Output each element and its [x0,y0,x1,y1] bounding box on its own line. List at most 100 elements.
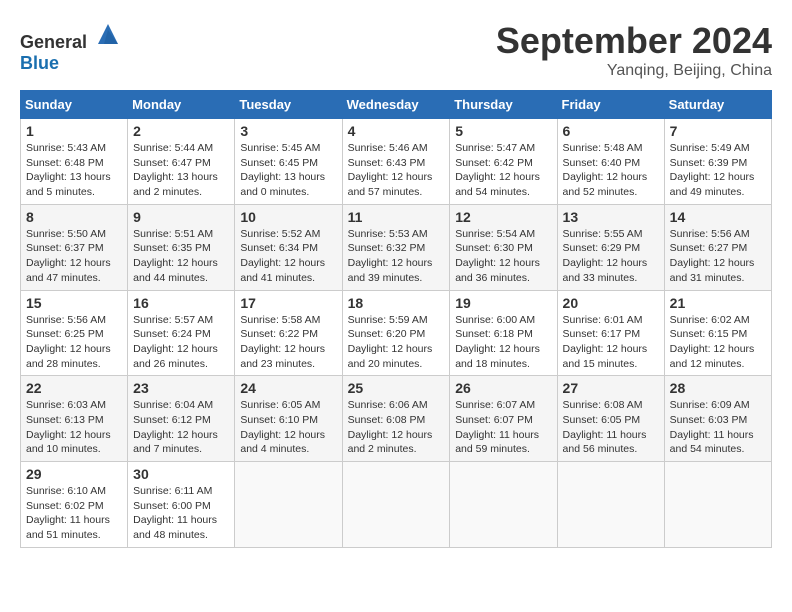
day-number: 24 [240,380,336,396]
day-number: 26 [455,380,551,396]
day-detail: Sunrise: 5:46 AM Sunset: 6:43 PM Dayligh… [348,141,445,200]
day-detail: Sunrise: 5:57 AM Sunset: 6:24 PM Dayligh… [133,313,229,372]
day-detail: Sunrise: 6:01 AM Sunset: 6:17 PM Dayligh… [563,313,659,372]
col-friday: Friday [557,91,664,119]
day-number: 4 [348,123,445,139]
day-detail: Sunrise: 5:43 AM Sunset: 6:48 PM Dayligh… [26,141,122,200]
day-detail: Sunrise: 6:02 AM Sunset: 6:15 PM Dayligh… [670,313,766,372]
day-number: 23 [133,380,229,396]
calendar-week-1: 1 Sunrise: 5:43 AM Sunset: 6:48 PM Dayli… [21,119,772,205]
day-detail: Sunrise: 6:10 AM Sunset: 6:02 PM Dayligh… [26,484,122,543]
day-number: 7 [670,123,766,139]
logo: General Blue [20,20,122,74]
day-number: 22 [26,380,122,396]
day-number: 6 [563,123,659,139]
calendar-cell: 2 Sunrise: 5:44 AM Sunset: 6:47 PM Dayli… [128,119,235,205]
col-tuesday: Tuesday [235,91,342,119]
calendar-week-4: 22 Sunrise: 6:03 AM Sunset: 6:13 PM Dayl… [21,376,772,462]
calendar-cell: 16 Sunrise: 5:57 AM Sunset: 6:24 PM Dayl… [128,290,235,376]
day-detail: Sunrise: 6:09 AM Sunset: 6:03 PM Dayligh… [670,398,766,457]
day-detail: Sunrise: 5:44 AM Sunset: 6:47 PM Dayligh… [133,141,229,200]
calendar-cell: 12 Sunrise: 5:54 AM Sunset: 6:30 PM Dayl… [450,204,557,290]
day-detail: Sunrise: 5:54 AM Sunset: 6:30 PM Dayligh… [455,227,551,286]
calendar-cell: 4 Sunrise: 5:46 AM Sunset: 6:43 PM Dayli… [342,119,450,205]
logo-general: General [20,32,87,52]
calendar-cell: 18 Sunrise: 5:59 AM Sunset: 6:20 PM Dayl… [342,290,450,376]
calendar-cell: 28 Sunrise: 6:09 AM Sunset: 6:03 PM Dayl… [664,376,771,462]
calendar-cell: 6 Sunrise: 5:48 AM Sunset: 6:40 PM Dayli… [557,119,664,205]
day-number: 9 [133,209,229,225]
calendar-cell [235,462,342,548]
day-number: 10 [240,209,336,225]
calendar-cell: 5 Sunrise: 5:47 AM Sunset: 6:42 PM Dayli… [450,119,557,205]
calendar-cell: 22 Sunrise: 6:03 AM Sunset: 6:13 PM Dayl… [21,376,128,462]
day-number: 19 [455,295,551,311]
month-title: September 2024 [496,20,772,62]
calendar-cell: 19 Sunrise: 6:00 AM Sunset: 6:18 PM Dayl… [450,290,557,376]
day-detail: Sunrise: 5:50 AM Sunset: 6:37 PM Dayligh… [26,227,122,286]
day-detail: Sunrise: 5:45 AM Sunset: 6:45 PM Dayligh… [240,141,336,200]
day-number: 29 [26,466,122,482]
day-number: 11 [348,209,445,225]
calendar-cell: 8 Sunrise: 5:50 AM Sunset: 6:37 PM Dayli… [21,204,128,290]
calendar-cell: 14 Sunrise: 5:56 AM Sunset: 6:27 PM Dayl… [664,204,771,290]
title-area: September 2024 Yanqing, Beijing, China [496,20,772,80]
day-number: 1 [26,123,122,139]
calendar-cell: 11 Sunrise: 5:53 AM Sunset: 6:32 PM Dayl… [342,204,450,290]
day-number: 17 [240,295,336,311]
calendar-table: Sunday Monday Tuesday Wednesday Thursday… [20,90,772,548]
calendar-cell: 3 Sunrise: 5:45 AM Sunset: 6:45 PM Dayli… [235,119,342,205]
calendar-cell: 30 Sunrise: 6:11 AM Sunset: 6:00 PM Dayl… [128,462,235,548]
day-detail: Sunrise: 5:52 AM Sunset: 6:34 PM Dayligh… [240,227,336,286]
day-number: 20 [563,295,659,311]
day-detail: Sunrise: 5:55 AM Sunset: 6:29 PM Dayligh… [563,227,659,286]
calendar-cell: 24 Sunrise: 6:05 AM Sunset: 6:10 PM Dayl… [235,376,342,462]
logo-icon [94,20,122,48]
calendar-cell: 29 Sunrise: 6:10 AM Sunset: 6:02 PM Dayl… [21,462,128,548]
calendar-cell: 23 Sunrise: 6:04 AM Sunset: 6:12 PM Dayl… [128,376,235,462]
day-number: 12 [455,209,551,225]
day-number: 21 [670,295,766,311]
day-number: 15 [26,295,122,311]
page-header: General Blue September 2024 Yanqing, Bei… [20,20,772,80]
calendar-cell: 7 Sunrise: 5:49 AM Sunset: 6:39 PM Dayli… [664,119,771,205]
day-detail: Sunrise: 6:03 AM Sunset: 6:13 PM Dayligh… [26,398,122,457]
calendar-cell [450,462,557,548]
calendar-cell: 17 Sunrise: 5:58 AM Sunset: 6:22 PM Dayl… [235,290,342,376]
header-row: Sunday Monday Tuesday Wednesday Thursday… [21,91,772,119]
day-detail: Sunrise: 5:47 AM Sunset: 6:42 PM Dayligh… [455,141,551,200]
calendar-cell: 21 Sunrise: 6:02 AM Sunset: 6:15 PM Dayl… [664,290,771,376]
calendar-cell [342,462,450,548]
col-sunday: Sunday [21,91,128,119]
logo-blue: Blue [20,53,59,73]
col-wednesday: Wednesday [342,91,450,119]
day-number: 3 [240,123,336,139]
day-number: 8 [26,209,122,225]
day-detail: Sunrise: 6:08 AM Sunset: 6:05 PM Dayligh… [563,398,659,457]
day-detail: Sunrise: 6:05 AM Sunset: 6:10 PM Dayligh… [240,398,336,457]
logo-text: General Blue [20,20,122,74]
day-detail: Sunrise: 5:53 AM Sunset: 6:32 PM Dayligh… [348,227,445,286]
day-detail: Sunrise: 6:11 AM Sunset: 6:00 PM Dayligh… [133,484,229,543]
calendar-cell: 1 Sunrise: 5:43 AM Sunset: 6:48 PM Dayli… [21,119,128,205]
day-detail: Sunrise: 6:04 AM Sunset: 6:12 PM Dayligh… [133,398,229,457]
day-detail: Sunrise: 5:48 AM Sunset: 6:40 PM Dayligh… [563,141,659,200]
day-number: 28 [670,380,766,396]
day-number: 16 [133,295,229,311]
calendar-cell: 20 Sunrise: 6:01 AM Sunset: 6:17 PM Dayl… [557,290,664,376]
day-detail: Sunrise: 5:56 AM Sunset: 6:25 PM Dayligh… [26,313,122,372]
day-number: 2 [133,123,229,139]
day-number: 14 [670,209,766,225]
calendar-cell: 10 Sunrise: 5:52 AM Sunset: 6:34 PM Dayl… [235,204,342,290]
day-number: 25 [348,380,445,396]
calendar-cell: 27 Sunrise: 6:08 AM Sunset: 6:05 PM Dayl… [557,376,664,462]
calendar-cell: 26 Sunrise: 6:07 AM Sunset: 6:07 PM Dayl… [450,376,557,462]
day-number: 13 [563,209,659,225]
calendar-week-2: 8 Sunrise: 5:50 AM Sunset: 6:37 PM Dayli… [21,204,772,290]
day-detail: Sunrise: 5:51 AM Sunset: 6:35 PM Dayligh… [133,227,229,286]
calendar-cell: 25 Sunrise: 6:06 AM Sunset: 6:08 PM Dayl… [342,376,450,462]
day-detail: Sunrise: 6:00 AM Sunset: 6:18 PM Dayligh… [455,313,551,372]
day-number: 18 [348,295,445,311]
calendar-cell [557,462,664,548]
day-detail: Sunrise: 5:56 AM Sunset: 6:27 PM Dayligh… [670,227,766,286]
